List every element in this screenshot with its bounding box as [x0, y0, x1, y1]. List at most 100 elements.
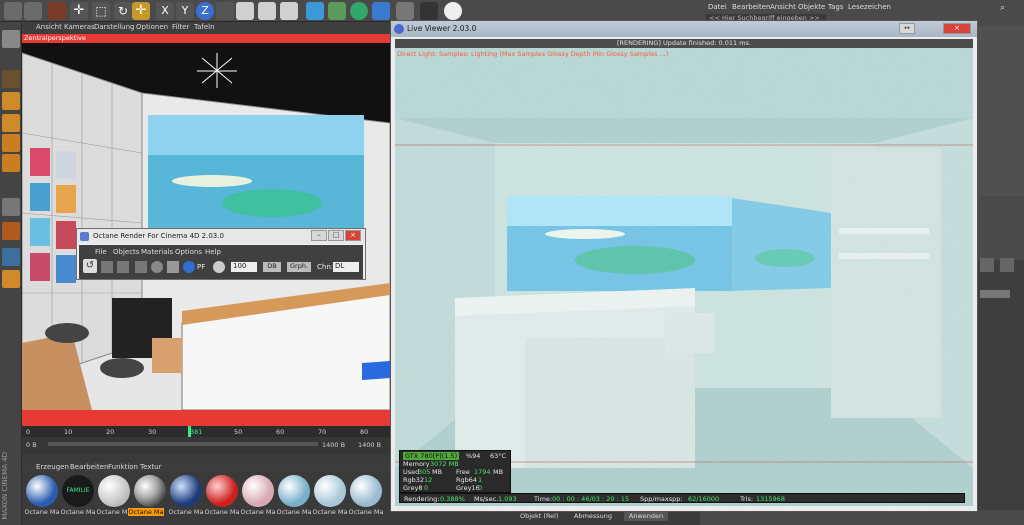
material-ball[interactable] [134, 475, 166, 507]
sphere-icon[interactable] [183, 261, 195, 273]
close-button[interactable]: × [345, 230, 361, 241]
x-axis-icon[interactable]: X [156, 2, 174, 20]
live-viewer-window[interactable]: Live Viewer 2.03.0 ↔ × [RENDERING] Updat… [390, 20, 978, 512]
add-icon[interactable]: ✛ [132, 2, 150, 20]
grph-button[interactable]: Grph. [287, 262, 311, 272]
channel-select[interactable]: DL [333, 262, 359, 272]
viewport-3d-scene[interactable] [22, 43, 390, 410]
field-input[interactable] [980, 290, 1010, 298]
rp-menu-datei[interactable]: Datei [708, 3, 727, 11]
z-axis-icon[interactable]: Z [196, 2, 214, 20]
apply-button[interactable]: Anwenden [624, 512, 668, 521]
material-ball[interactable] [206, 475, 238, 507]
octane-menu-file[interactable]: File [95, 248, 107, 256]
cursor-icon[interactable] [48, 2, 66, 20]
range-slider[interactable] [48, 442, 318, 446]
render-output[interactable]: Direct Light: Samples: Lighting (Max Sam… [395, 48, 973, 506]
maximize-button[interactable]: □ [328, 230, 344, 241]
rp-menu-lesezeichen[interactable]: Lesezeichen [848, 3, 891, 11]
material-ball[interactable] [170, 475, 202, 507]
render-view-icon[interactable] [258, 2, 276, 20]
magnet-icon[interactable] [2, 222, 20, 240]
material-ball[interactable] [26, 475, 58, 507]
db-button[interactable]: DB [263, 262, 281, 272]
coordinate-mode-select[interactable]: Objekt (Rel) [518, 512, 568, 521]
rotate-icon[interactable]: ↻ [114, 2, 132, 20]
material-ball[interactable] [98, 475, 130, 507]
close-button[interactable]: × [943, 23, 971, 34]
lock-icon[interactable] [167, 261, 179, 273]
render-region-icon[interactable] [236, 2, 254, 20]
octane-menu-help[interactable]: Help [205, 248, 221, 256]
expand-button[interactable]: ↔ [899, 23, 915, 34]
axis-icon[interactable] [2, 198, 20, 216]
rp-menu-tags[interactable]: Tags [828, 3, 844, 11]
material-ball[interactable] [314, 475, 346, 507]
stop-icon[interactable] [101, 261, 113, 273]
y-axis-icon[interactable]: Y [176, 2, 194, 20]
playhead[interactable] [188, 426, 191, 437]
viewport-menu-optionen[interactable]: Optionen [136, 23, 168, 31]
scene-icon[interactable] [372, 2, 390, 20]
octane-render-window[interactable]: Octane Render For Cinema 4D 2.03.0 – □ ×… [76, 228, 366, 280]
rp-menu-ansicht[interactable]: Ansicht [770, 3, 796, 11]
search-icon[interactable]: ⌕ [1000, 3, 1012, 13]
timeline[interactable]: 0 10 20 30 381 50 60 70 80 0 B 1400 B 14… [22, 426, 390, 454]
material-ball[interactable]: FAMILIE [62, 475, 94, 507]
expand-icon[interactable] [980, 258, 994, 272]
camera-icon[interactable] [420, 2, 438, 20]
material-ball[interactable] [278, 475, 310, 507]
model-mode-icon[interactable] [2, 30, 20, 48]
mat-menu-funktion[interactable]: Funktion [108, 463, 138, 471]
deformer-icon[interactable] [350, 2, 368, 20]
rp-menu-bearbeiten[interactable]: Bearbeiten [732, 3, 770, 11]
light-icon[interactable] [444, 2, 462, 20]
render-settings-icon[interactable] [280, 2, 298, 20]
lock-icon[interactable] [2, 270, 20, 288]
undo-icon[interactable] [4, 2, 22, 20]
polygons-mode-icon[interactable] [2, 154, 20, 172]
viewport-menu-ansicht[interactable]: Ansicht [36, 23, 62, 31]
region-icon[interactable] [135, 261, 147, 273]
texture-mode-icon[interactable] [2, 92, 20, 110]
viewport-menu-tafeln[interactable]: Tafeln [194, 23, 215, 31]
minimize-button[interactable]: – [311, 230, 327, 241]
grid-icon[interactable] [2, 248, 20, 266]
material-ball[interactable] [350, 475, 382, 507]
viewport-menu-kameras[interactable]: Kameras [64, 23, 95, 31]
pause-icon[interactable] [117, 261, 129, 273]
mat-menu-bearbeiten[interactable]: Bearbeiten [70, 463, 108, 471]
restart-render-icon[interactable]: ↺ [83, 259, 97, 273]
focus-icon[interactable] [213, 261, 225, 273]
live-viewer-titlebar[interactable]: Live Viewer 2.03.0 ↔ × [391, 21, 977, 37]
cube-icon[interactable] [306, 2, 324, 20]
octane-titlebar[interactable]: Octane Render For Cinema 4D 2.03.0 – □ × [77, 229, 365, 244]
subdivide-icon[interactable] [328, 2, 346, 20]
settings-icon[interactable] [1000, 258, 1014, 272]
material-ball[interactable] [242, 475, 274, 507]
edges-mode-icon[interactable] [2, 134, 20, 152]
timeline-ruler[interactable]: 0 10 20 30 381 50 60 70 80 [22, 426, 390, 437]
move-icon[interactable]: ✛ [70, 2, 88, 20]
settings-gear-icon[interactable] [151, 261, 163, 273]
environment-icon[interactable] [396, 2, 414, 20]
range-max[interactable]: 1400 B [358, 441, 381, 449]
viewport-menu-darstellung[interactable]: Darstellung [94, 23, 134, 31]
mat-menu-erzeugen[interactable]: Erzeugen [36, 463, 69, 471]
octane-menu-options[interactable]: Options [175, 248, 202, 256]
range-end[interactable]: 1400 B [322, 441, 345, 449]
rp-menu-objekte[interactable]: Objekte [798, 3, 825, 11]
value-input[interactable]: 100 [231, 262, 257, 272]
octane-menu-objects[interactable]: Objects [113, 248, 139, 256]
coordinate-icon[interactable] [216, 2, 234, 20]
checker-icon[interactable] [2, 70, 20, 88]
range-start[interactable]: 0 B [26, 441, 37, 449]
points-mode-icon[interactable] [2, 114, 20, 132]
size-mode-select[interactable]: Abmessung [572, 512, 616, 521]
octane-menu-materials[interactable]: Materials [141, 248, 173, 256]
pf-label[interactable]: PF [197, 263, 205, 271]
viewport-menu-filter[interactable]: Filter [172, 23, 189, 31]
redo-icon[interactable] [24, 2, 42, 20]
mat-menu-textur[interactable]: Textur [140, 463, 161, 471]
scale-icon[interactable]: ⬚ [92, 2, 110, 20]
